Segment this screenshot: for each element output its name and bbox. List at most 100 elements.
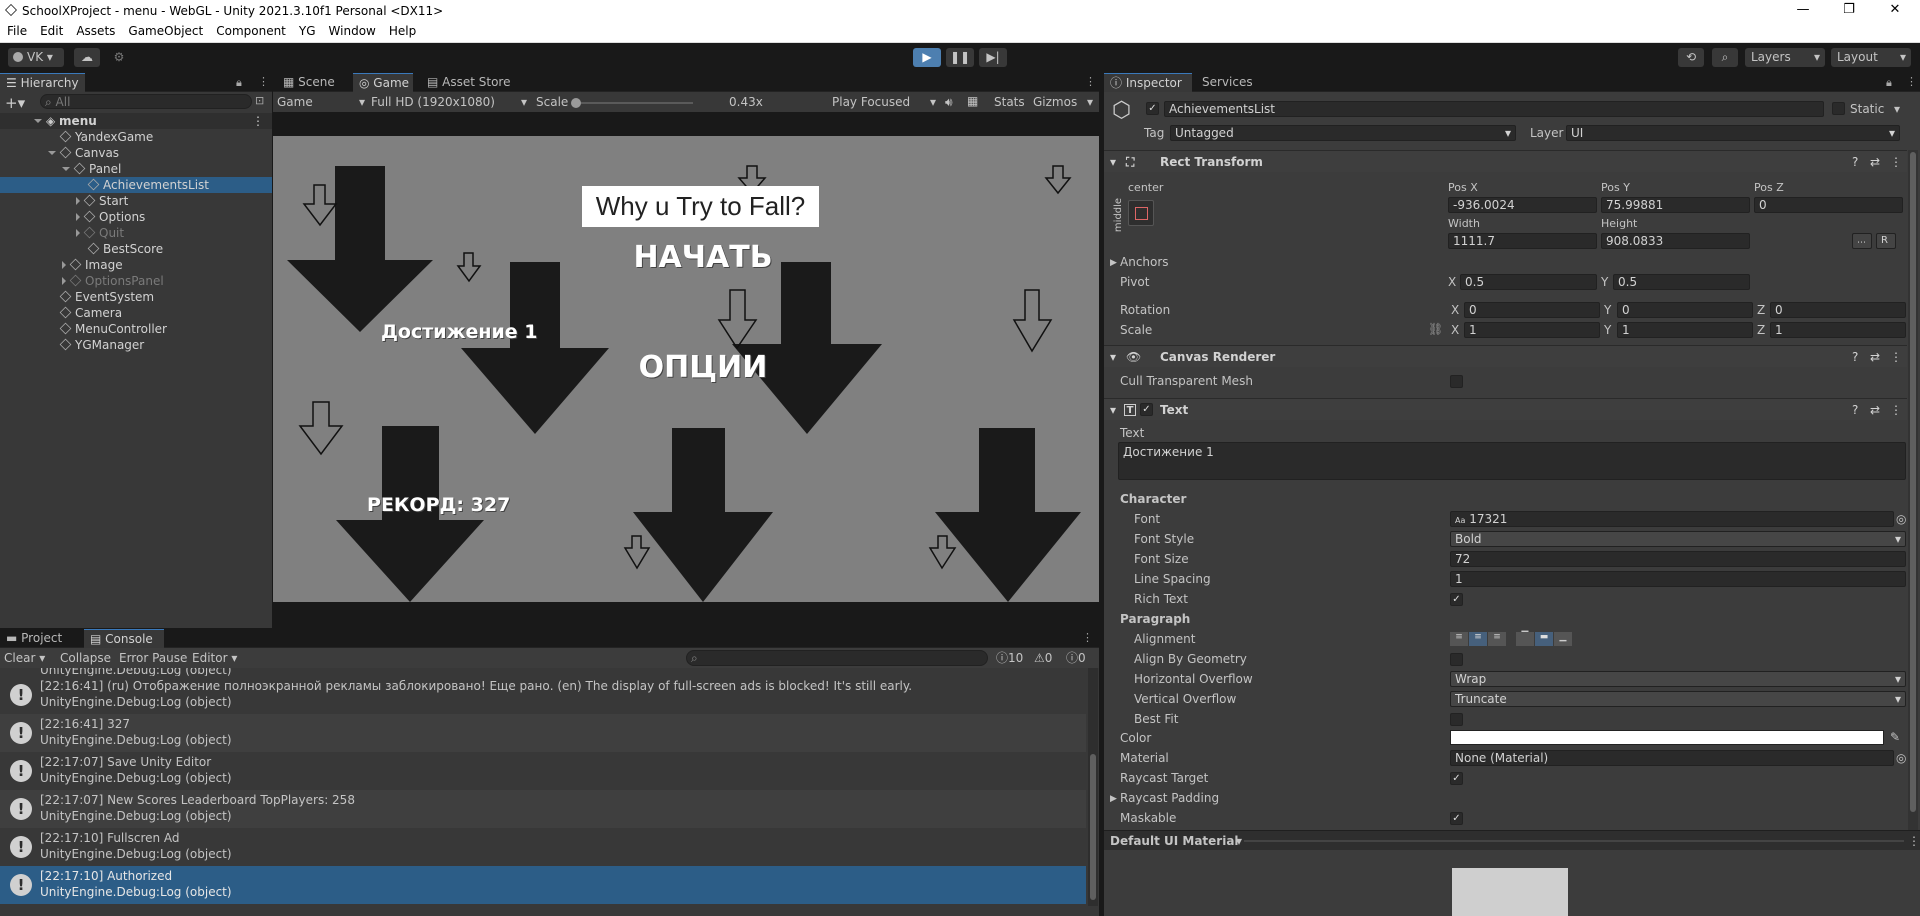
maximize-button[interactable]: ❐ [1826, 0, 1872, 22]
gizmos-dropdown[interactable]: Gizmos ▾ [1033, 94, 1097, 110]
search-button[interactable]: ⌕ [1712, 48, 1738, 67]
hierarchy-item[interactable]: BestScore [0, 241, 272, 257]
stats-button[interactable]: Stats [994, 94, 1025, 110]
play-button[interactable]: ▶ [913, 48, 941, 67]
raycast-padding-label[interactable]: Raycast Padding [1120, 790, 1219, 806]
hierarchy-item[interactable]: YGManager [0, 337, 272, 353]
tab-inspector[interactable]: ⓘ Inspector [1104, 73, 1192, 92]
start-button[interactable]: НАЧАТЬ [628, 240, 778, 275]
hierarchy-item[interactable]: Quit [0, 225, 272, 241]
expand-icon[interactable] [34, 119, 42, 123]
object-name-field[interactable]: AchievementsList [1164, 101, 1824, 117]
active-checkbox[interactable]: ✓ [1146, 102, 1159, 115]
v-overflow-dropdown[interactable]: Truncate ▾ [1450, 691, 1906, 707]
posy-field[interactable]: 75.99881 [1601, 197, 1750, 213]
log-row-selected[interactable]: ! [22:17:10] Authorized UnityEngine.Debug:… [0, 866, 1086, 904]
lock-icon[interactable]: 🔒︎ [1886, 76, 1892, 90]
close-button[interactable]: ✕ [1872, 0, 1918, 22]
resolution-dropdown[interactable]: Full HD (1920x1080) ▾ [371, 94, 527, 110]
expand-icon[interactable] [76, 229, 80, 237]
blueprint-button[interactable]: ⋯ [1852, 233, 1872, 249]
static-dropdown-icon[interactable]: ▾ [1894, 101, 1900, 117]
align-top-button[interactable]: ▔ [1516, 632, 1534, 646]
history-button[interactable]: ⟲ [1678, 48, 1704, 67]
editor-dropdown[interactable]: Editor ▾ [192, 650, 237, 666]
text-area[interactable]: Достижение 1 [1118, 442, 1906, 480]
console-scrollbar[interactable] [1088, 668, 1098, 906]
foldout-icon[interactable]: ▶ [1110, 791, 1117, 807]
text-enabled-checkbox[interactable]: ✓ [1140, 403, 1153, 416]
hierarchy-item[interactable]: Camera [0, 305, 272, 321]
audio-mute-icon[interactable]: 🔊︎ [945, 94, 953, 110]
tag-dropdown[interactable]: Untagged ▾ [1170, 125, 1516, 141]
scale-y-field[interactable]: 1 [1617, 322, 1753, 338]
tab-project[interactable]: ▬ Project [0, 629, 78, 648]
expand-icon[interactable] [76, 197, 80, 205]
tab-hierarchy[interactable]: ☰ Hierarchy [0, 73, 85, 92]
log-row[interactable]: ! [22:16:41] 327 UnityEngine.Debug:Log (ob… [0, 714, 1086, 752]
tab-console[interactable]: ▤ Console [84, 629, 164, 648]
static-checkbox[interactable] [1832, 102, 1845, 115]
tab-game[interactable]: ◎ Game [353, 73, 413, 92]
color-field[interactable] [1450, 730, 1884, 745]
rich-text-checkbox[interactable]: ✓ [1450, 593, 1463, 606]
eyedropper-icon[interactable]: ✎ [1890, 729, 1900, 745]
scale-z-field[interactable]: 1 [1770, 322, 1906, 338]
rot-z-field[interactable]: 0 [1770, 302, 1906, 318]
hierarchy-item[interactable]: MenuController [0, 321, 272, 337]
expand-icon[interactable] [62, 277, 66, 285]
raycast-target-checkbox[interactable]: ✓ [1450, 772, 1463, 785]
collab-button[interactable]: ⚙ [108, 48, 130, 67]
menu-component[interactable]: Component [209, 22, 292, 38]
maskable-checkbox[interactable]: ✓ [1450, 812, 1463, 825]
more-icon[interactable]: ⋮ [1085, 75, 1096, 88]
warning-count-toggle[interactable]: ⚠0 [1034, 650, 1052, 666]
display-dropdown[interactable]: Game ▾ [277, 94, 365, 110]
pivot-y-field[interactable]: 0.5 [1613, 274, 1750, 290]
align-bottom-button[interactable]: ▁ [1554, 632, 1572, 646]
search-options-icon[interactable]: ⊡ [255, 94, 264, 107]
hierarchy-item-selected[interactable]: AchievementsList [0, 177, 272, 193]
inspector-scrollbar[interactable] [1908, 150, 1918, 830]
log-row[interactable]: ! [22:17:10] Fullscren Ad UnityEngine.Debu… [0, 828, 1086, 866]
cull-checkbox[interactable] [1450, 375, 1463, 388]
help-icon[interactable]: ? [1852, 346, 1858, 368]
grid-icon[interactable]: ▦ [967, 93, 978, 109]
add-button[interactable]: +▾ [5, 94, 25, 112]
rect-transform-header[interactable]: ▾ ⛶ Rect Transform ? ⇄ ⋮ [1104, 150, 1907, 172]
inspector-scrollbar-thumb[interactable] [1910, 152, 1916, 812]
hierarchy-item[interactable]: Panel [0, 161, 272, 177]
object-picker-icon[interactable]: ◎ [1896, 750, 1906, 766]
scene-row[interactable]: ◈ menu ⋮ [0, 113, 272, 129]
posz-field[interactable]: 0 [1754, 197, 1903, 213]
align-geometry-checkbox[interactable] [1450, 653, 1463, 666]
hierarchy-item[interactable]: YandexGame [0, 129, 272, 145]
more-icon[interactable]: ⋮ [1890, 151, 1902, 173]
expand-icon[interactable] [76, 213, 80, 221]
align-right-button[interactable]: ≡ [1488, 632, 1506, 646]
lock-icon[interactable]: 🔒︎ [236, 76, 242, 90]
help-icon[interactable]: ? [1852, 151, 1858, 173]
tab-services[interactable]: Services [1196, 73, 1266, 92]
scale-x-field[interactable]: 1 [1464, 322, 1600, 338]
canvas-renderer-header[interactable]: ▾ 👁︎ Canvas Renderer ? ⇄ ⋮ [1104, 345, 1907, 367]
raw-edit-button[interactable]: R [1876, 233, 1896, 249]
play-mode-dropdown[interactable]: Play Focused ▾ [832, 94, 936, 110]
preset-icon[interactable]: ⇄ [1870, 151, 1880, 173]
anchor-preset-button[interactable] [1128, 200, 1154, 226]
scale-slider-thumb[interactable] [571, 98, 581, 108]
layers-dropdown[interactable]: Layers ▾ [1745, 48, 1825, 67]
height-field[interactable]: 908.0833 [1601, 233, 1750, 249]
more-icon[interactable]: ⋮ [1908, 833, 1920, 849]
foldout-icon[interactable]: ▶ [1110, 255, 1117, 271]
anchors-label[interactable]: Anchors [1120, 254, 1169, 270]
game-viewport[interactable]: Why u Try to Fall? НАЧАТЬ ОПЦИИ Достижен… [273, 136, 1099, 602]
log-row[interactable]: ! [22:17:07] New Scores Leaderboard TopPl… [0, 790, 1086, 828]
console-search[interactable]: ⌕ [686, 650, 988, 666]
hierarchy-item[interactable]: Options [0, 209, 272, 225]
line-spacing-field[interactable]: 1 [1450, 571, 1906, 587]
menu-yg[interactable]: YG [292, 22, 322, 38]
more-icon[interactable]: ⋮ [1082, 631, 1093, 644]
log-count-toggle[interactable]: ⓘ10 [996, 650, 1023, 666]
font-style-dropdown[interactable]: Bold ▾ [1450, 531, 1906, 547]
